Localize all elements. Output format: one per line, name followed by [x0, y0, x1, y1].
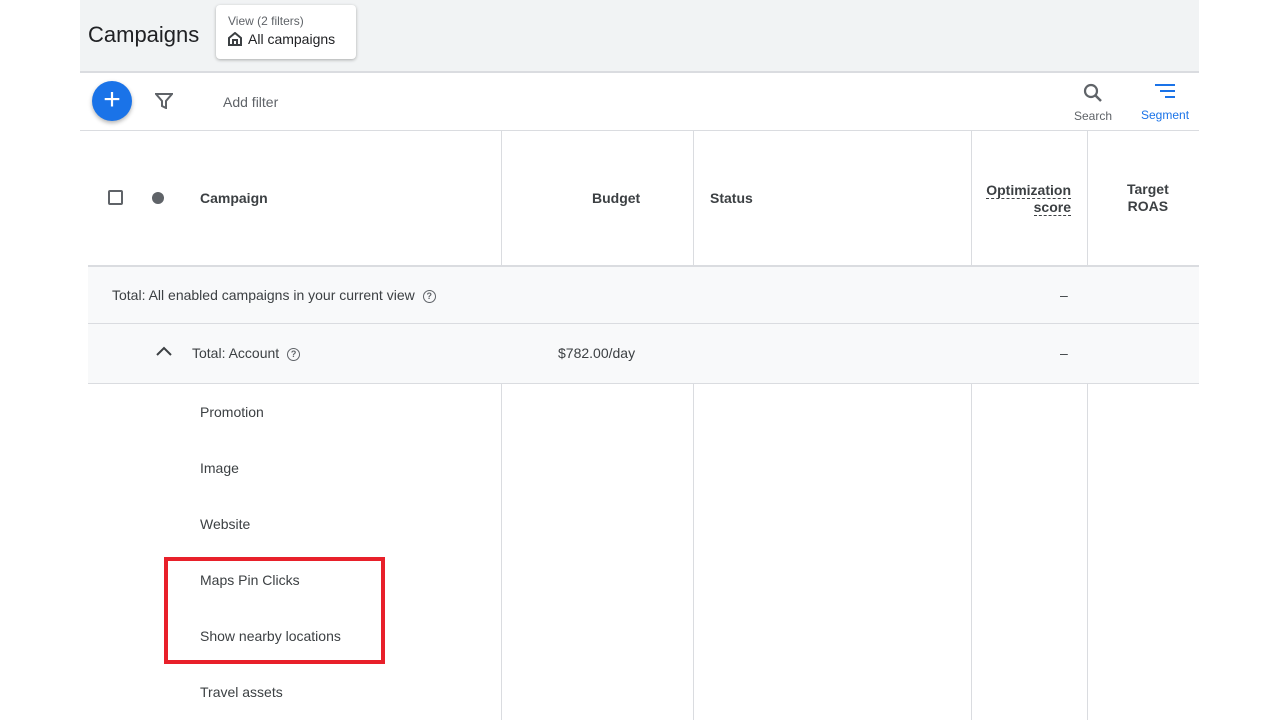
add-filter-button[interactable]: Add filter	[223, 94, 278, 110]
toolbar: + Add filter Search Segment	[80, 73, 1199, 131]
total-all-opt: –	[1060, 287, 1068, 303]
view-value: All campaigns	[248, 31, 336, 47]
total-account-row: Total: Account? $782.00/day –	[88, 324, 1199, 384]
select-all-checkbox[interactable]	[108, 190, 123, 205]
header-campaign[interactable]: Campaign	[200, 190, 268, 206]
table-header: Campaign Budget Status Optimization score…	[88, 131, 1199, 267]
total-all-label: Total: All enabled campaigns in your cur…	[112, 287, 415, 303]
search-label: Search	[1074, 109, 1113, 123]
help-icon[interactable]: ?	[287, 348, 301, 361]
page-title: Campaigns	[88, 22, 200, 47]
list-item[interactable]: Website	[200, 516, 250, 532]
status-dot-icon	[152, 192, 164, 204]
list-item[interactable]: Image	[200, 460, 239, 476]
header-status[interactable]: Status	[710, 190, 753, 206]
search-icon	[1083, 83, 1102, 102]
add-campaign-button[interactable]: +	[92, 81, 132, 121]
total-account-opt: –	[1060, 345, 1068, 361]
list-item[interactable]: Promotion	[200, 404, 264, 420]
segment-label: Segment	[1141, 108, 1190, 122]
filter-icon[interactable]	[155, 93, 173, 109]
search-button[interactable]: Search	[1074, 83, 1112, 123]
view-label: View (2 filters)	[228, 14, 304, 28]
chevron-up-icon[interactable]	[156, 346, 172, 356]
header-target-roas[interactable]: Target ROAS	[1127, 181, 1169, 215]
total-account-budget: $782.00/day	[558, 345, 636, 361]
list-item[interactable]: Travel assets	[200, 684, 283, 700]
view-selector[interactable]: View (2 filters) All campaigns	[216, 5, 356, 59]
header-optimization-score[interactable]: Optimization score	[986, 182, 1071, 216]
segment-icon	[1155, 84, 1176, 98]
total-all-row: Total: All enabled campaigns in your cur…	[88, 267, 1199, 324]
page-header: Campaigns View (2 filters) All campaigns	[80, 0, 1199, 73]
highlight-box	[164, 557, 385, 664]
help-icon[interactable]: ?	[422, 290, 436, 303]
header-budget[interactable]: Budget	[592, 190, 640, 206]
home-icon	[228, 32, 242, 46]
segment-button[interactable]: Segment	[1141, 83, 1189, 122]
total-account-label: Total: Account	[192, 345, 280, 361]
